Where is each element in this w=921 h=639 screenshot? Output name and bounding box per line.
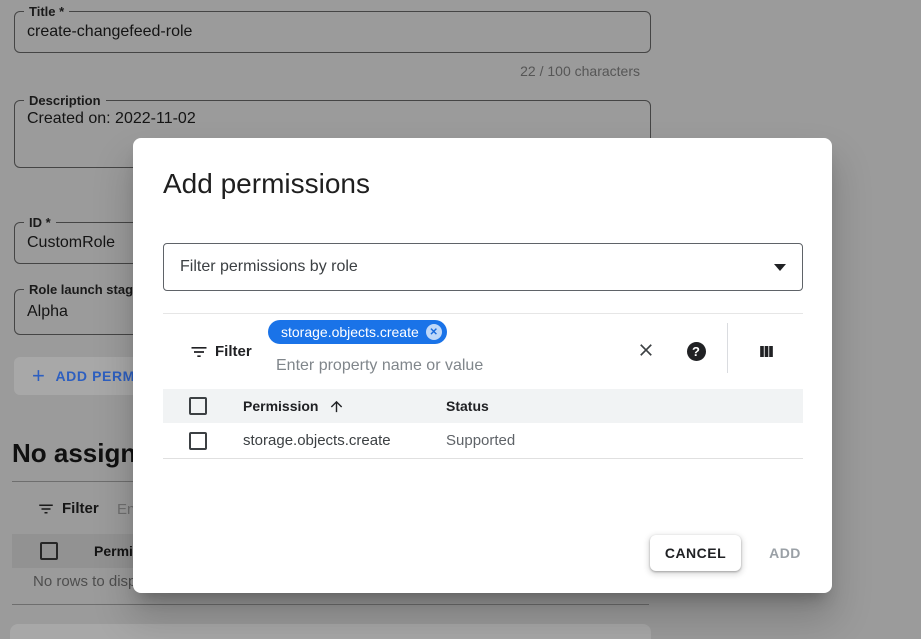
dialog-filter-label: Filter xyxy=(215,343,252,360)
bg-bottom-section xyxy=(10,624,651,639)
add-button[interactable]: ADD xyxy=(753,535,817,571)
divider xyxy=(12,604,649,605)
title-field-label: Title * xyxy=(24,4,69,19)
filter-input[interactable]: Enter property name or value xyxy=(276,357,483,375)
filter-list-icon xyxy=(189,342,209,362)
role-launch-stage-label: Role launch stage xyxy=(24,282,145,297)
select-all-checkbox[interactable] xyxy=(189,389,207,423)
role-select-placeholder: Filter permissions by role xyxy=(180,258,358,276)
bg-filter-label: Filter xyxy=(62,500,99,517)
sort-ascending-icon xyxy=(328,398,345,415)
filter-permissions-by-role-select[interactable]: Filter permissions by role xyxy=(163,243,803,291)
column-header-status[interactable]: Status xyxy=(446,389,489,423)
row-status-cell: Supported xyxy=(446,423,515,458)
help-icon[interactable]: ? xyxy=(685,340,707,362)
column-header-permission[interactable]: Permission xyxy=(243,389,345,423)
row-checkbox[interactable] xyxy=(189,423,207,458)
chip-remove-icon[interactable]: ✕ xyxy=(426,324,442,340)
title-field-value: create-changefeed-role xyxy=(15,12,650,52)
dialog-table-header: Permission Status xyxy=(163,389,803,423)
filter-chip-text: storage.objects.create xyxy=(281,324,419,340)
chevron-down-icon xyxy=(774,264,786,271)
character-counter: 22 / 100 characters xyxy=(14,63,640,79)
plus-icon: + xyxy=(32,366,45,386)
clear-filter-button[interactable] xyxy=(634,338,658,362)
description-field-label: Description xyxy=(24,93,106,108)
dialog-title: Add permissions xyxy=(163,168,370,200)
table-row[interactable]: storage.objects.create Supported xyxy=(163,423,803,459)
filter-list-icon xyxy=(37,500,55,518)
row-permission-cell: storage.objects.create xyxy=(243,423,391,458)
title-field: Title * create-changefeed-role xyxy=(14,11,651,53)
divider xyxy=(727,323,728,373)
column-display-icon[interactable] xyxy=(755,340,777,362)
bg-select-all-checkbox xyxy=(40,542,58,560)
cancel-button[interactable]: CANCEL xyxy=(650,535,741,571)
id-field-label: ID * xyxy=(24,215,56,230)
screen: Title * create-changefeed-role 22 / 100 … xyxy=(0,0,921,639)
add-permissions-dialog: Add permissions Filter permissions by ro… xyxy=(133,138,832,593)
divider xyxy=(163,313,803,314)
filter-chip[interactable]: storage.objects.create ✕ xyxy=(268,320,447,344)
